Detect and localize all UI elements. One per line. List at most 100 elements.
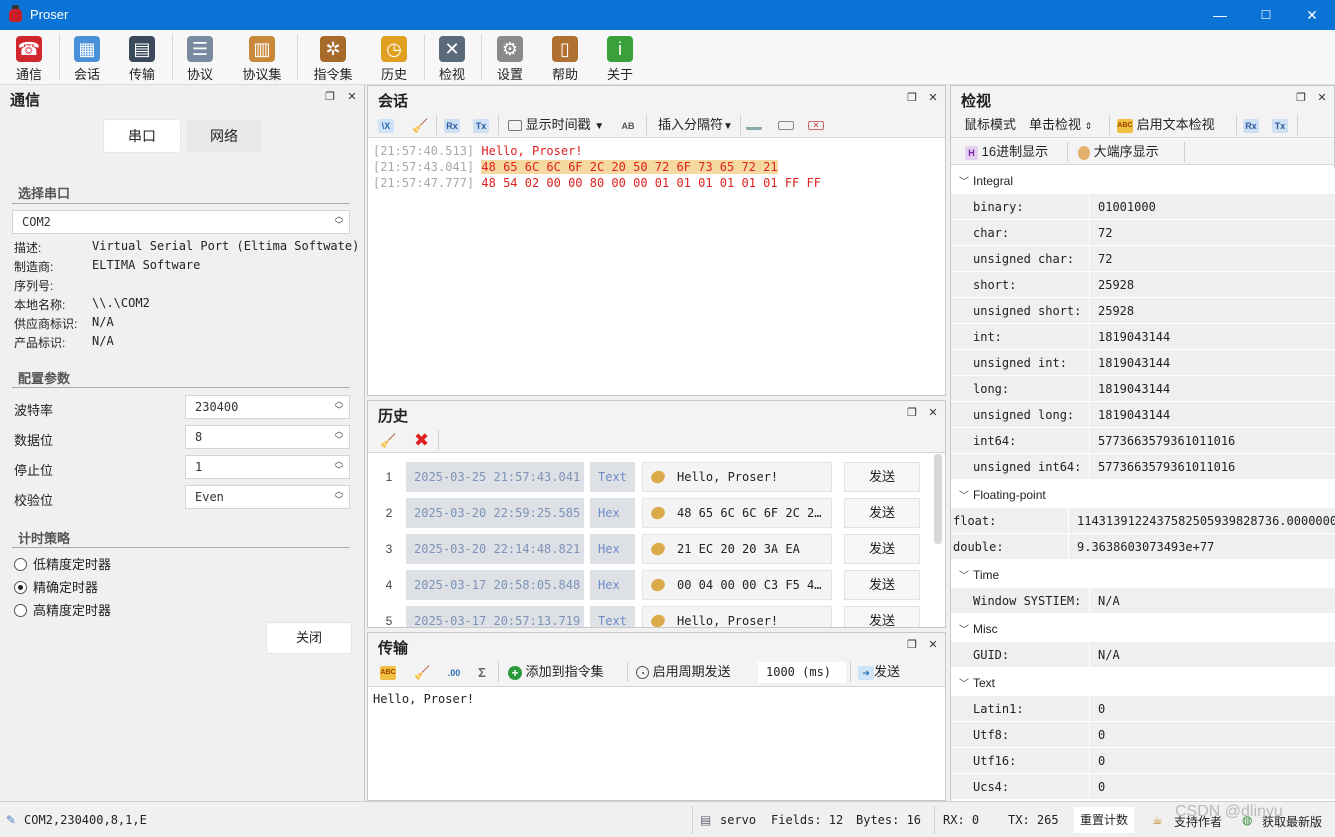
history-content[interactable]: 21 EC 20 20 3A EA — [642, 534, 832, 564]
history-row: 1 2025-03-25 21:57:43.041 Text Hello, Pr… — [376, 462, 931, 492]
toolbar-protocol-button[interactable]: ☰ 协议 — [179, 30, 221, 85]
separator-delete-button[interactable]: ✕ — [808, 116, 824, 134]
comment-icon — [508, 120, 522, 132]
tx-count: TX: 265 — [1008, 813, 1059, 827]
history-list: 1 2025-03-25 21:57:43.041 Text Hello, Pr… — [368, 454, 945, 627]
transfer-toolbar: ABC 🧹 .00 Σ + 添加到指令集 ◔ 启用周期发送 1000 (ms) … — [368, 659, 945, 687]
group-text[interactable]: ﹀ Text — [951, 670, 1335, 696]
send-button[interactable]: 发送 — [844, 462, 920, 492]
book-icon: ▯ — [552, 36, 578, 62]
history-content[interactable]: Hello, Proser! — [642, 606, 832, 627]
plus-circle-icon: + — [508, 665, 522, 680]
toolbar-transfer-button[interactable]: ▤ 传输 — [121, 30, 163, 85]
show-timestamp-toggle[interactable]: 显示时间戳 ▼ — [508, 116, 604, 134]
radio-high-precision[interactable]: 高精度定时器 — [14, 600, 111, 619]
reset-count-button[interactable]: 重置计数 — [1074, 807, 1135, 833]
close-panel-icon[interactable]: ✕ — [926, 91, 940, 105]
toolbar-inspect-button[interactable]: ✕ 检视 — [431, 30, 473, 85]
chevron-down-icon: ﹀ — [959, 625, 969, 636]
toolbar-settings-button[interactable]: ⚙ 设置 — [489, 30, 531, 85]
port-select[interactable]: COM2 ︿ ﹀ — [12, 210, 350, 234]
maximize-button[interactable]: ☐ — [1243, 0, 1289, 30]
history-scrollbar[interactable] — [934, 454, 942, 544]
inspect-tx-button[interactable]: Tx — [1272, 116, 1288, 134]
tab-network[interactable]: 网络 — [186, 120, 262, 152]
close-panel-icon[interactable]: ✕ — [1315, 91, 1329, 105]
text-mode-button[interactable]: ABC — [380, 663, 396, 681]
toolbar-history-button[interactable]: ◷ 历史 — [373, 30, 415, 85]
toolbar-separator — [438, 430, 439, 450]
transfer-send-button[interactable]: ➜ 发送 — [858, 663, 900, 681]
inspector-row: unsigned short: 25928 — [951, 298, 1335, 324]
info-label: 描述: — [14, 241, 42, 255]
red-x-icon: ✖ — [414, 430, 430, 450]
session-log[interactable]: [21:57:40.513] Hello, Proser! [21:57:43.… — [368, 139, 945, 395]
period-input[interactable]: 1000 (ms) — [758, 662, 846, 683]
history-content[interactable]: 00 04 00 00 C3 F5 4… — [642, 570, 832, 600]
text-inspect-toggle[interactable]: ABC 启用文本检视 — [1117, 116, 1215, 134]
chevron-down-icon: ﹀ — [959, 679, 969, 690]
send-button[interactable]: 发送 — [844, 498, 920, 528]
close-port-button[interactable]: 关闭 — [267, 623, 351, 653]
param-label: 数据位 — [14, 433, 54, 448]
radio-accurate[interactable]: 精确定时器 — [14, 577, 98, 596]
transfer-input[interactable]: Hello, Proser! — [368, 688, 945, 800]
inspect-mode-select[interactable]: 单击检视 ⇕ — [1029, 116, 1092, 134]
float-panel-icon[interactable]: ❐ — [1294, 91, 1308, 105]
parity-select[interactable]: Even ︿ ﹀ — [185, 485, 350, 509]
stop-bits-select[interactable]: 1 ︿ ﹀ — [185, 455, 350, 479]
data-bits-select[interactable]: 8 ︿ ﹀ — [185, 425, 350, 449]
history-content[interactable]: Hello, Proser! — [642, 462, 832, 492]
send-button[interactable]: 发送 — [844, 606, 920, 627]
font-button[interactable]: AB — [620, 116, 636, 134]
add-to-command-set-button[interactable]: + 添加到指令集 — [508, 663, 604, 681]
send-button[interactable]: 发送 — [844, 534, 920, 564]
toolbar-command-set-button[interactable]: ✲ 指令集 — [307, 30, 359, 85]
minimize-button[interactable]: — — [1197, 0, 1243, 30]
wrap-button[interactable]: \X — [378, 116, 394, 134]
close-panel-icon[interactable]: ✕ — [926, 638, 940, 652]
periodic-send-toggle[interactable]: ◔ 启用周期发送 — [636, 663, 731, 681]
delete-history-button[interactable]: ✖ — [414, 431, 429, 449]
toolbar-session-button[interactable]: ▦ 会话 — [66, 30, 108, 85]
float-panel-icon[interactable]: ❐ — [905, 406, 919, 420]
close-panel-icon[interactable]: ✕ — [345, 90, 359, 104]
group-misc[interactable]: ﹀ Misc — [951, 616, 1335, 642]
float-panel-icon[interactable]: ❐ — [905, 91, 919, 105]
send-button[interactable]: 发送 — [844, 570, 920, 600]
plug-icon: ✎ — [6, 813, 17, 827]
insert-separator-dropdown[interactable]: 插入分隔符▼ — [658, 116, 733, 134]
clear-history-button[interactable]: 🧹 — [380, 431, 396, 449]
clear-input-button[interactable]: 🧹 — [414, 663, 430, 681]
rx-filter-button[interactable]: Rx — [444, 116, 460, 134]
inspect-rx-button[interactable]: Rx — [1243, 116, 1259, 134]
tx-filter-button[interactable]: Tx — [473, 116, 489, 134]
toolbar-comm-button[interactable]: ☎ 通信 — [8, 30, 50, 85]
group-floating-point[interactable]: ﹀ Floating-point — [951, 482, 1335, 508]
hex-display-toggle[interactable]: H 16进制显示 — [965, 143, 1048, 161]
toolbar-about-button[interactable]: i 关于 — [599, 30, 641, 85]
radio-dot — [14, 581, 27, 594]
tx-icon: Tx — [473, 118, 489, 133]
clear-session-button[interactable]: 🧹 — [412, 116, 428, 134]
decimal-button[interactable]: .00 — [446, 663, 462, 681]
history-content[interactable]: 48 65 6C 6C 6F 2C 2… — [642, 498, 832, 528]
baud-rate-select[interactable]: 230400 ︿ ﹀ — [185, 395, 350, 419]
param-label: 波特率 — [14, 403, 54, 418]
broom-icon: 🧹 — [414, 664, 431, 680]
close-panel-icon[interactable]: ✕ — [926, 406, 940, 420]
checksum-button[interactable]: Σ — [474, 663, 490, 681]
separator-box-button[interactable] — [778, 116, 794, 134]
separator-line-button[interactable] — [746, 116, 762, 134]
group-integral[interactable]: ﹀ Integral — [951, 168, 1335, 194]
line-icon — [746, 122, 762, 130]
float-panel-icon[interactable]: ❐ — [323, 90, 337, 104]
float-panel-icon[interactable]: ❐ — [905, 638, 919, 652]
tab-serial[interactable]: 串口 — [104, 120, 180, 152]
big-endian-toggle[interactable]: 大端序显示 — [1078, 143, 1159, 161]
toolbar-help-button[interactable]: ▯ 帮助 — [544, 30, 586, 85]
close-window-button[interactable]: ✕ — [1289, 0, 1335, 30]
group-time[interactable]: ﹀ Time — [951, 562, 1335, 588]
radio-low-precision[interactable]: 低精度定时器 — [14, 554, 111, 573]
toolbar-protocol-set-button[interactable]: ▥ 协议集 — [236, 30, 288, 85]
